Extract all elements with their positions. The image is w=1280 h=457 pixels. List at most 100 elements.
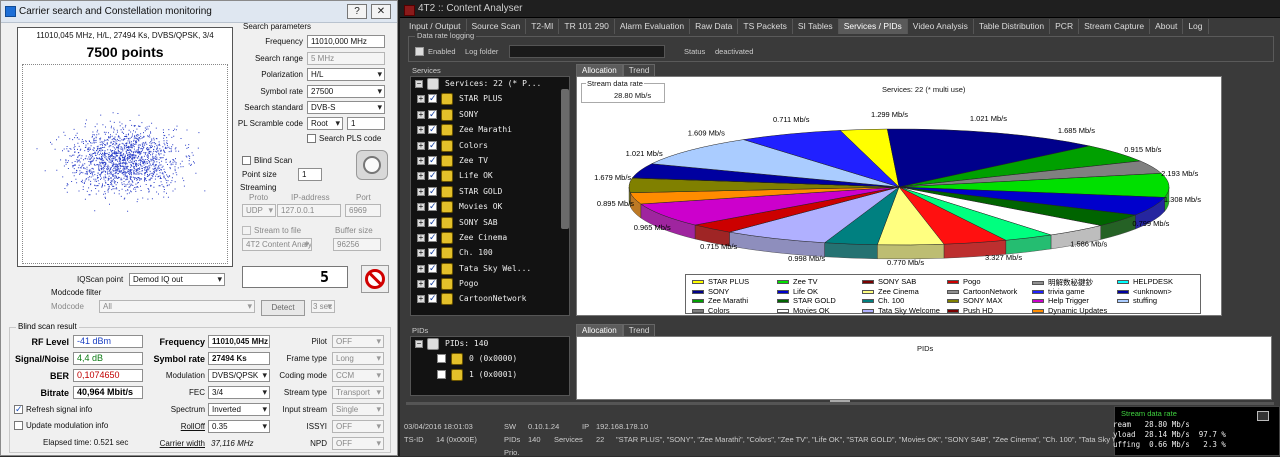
issyi-select[interactable]: OFF <box>332 420 384 433</box>
refresh-signal-checkbox[interactable] <box>14 404 23 415</box>
tab-pids-allocation[interactable]: Allocation <box>576 324 623 336</box>
satellite-scan-button[interactable] <box>356 150 388 180</box>
frequency-field[interactable]: 11010,000 MHz <box>307 35 385 48</box>
tab-trend[interactable]: Trend <box>622 64 656 76</box>
service-row[interactable]: + CartoonNetwork <box>411 292 569 307</box>
service-row[interactable]: + SONY SAB <box>411 216 569 231</box>
service-row[interactable]: + SONY <box>411 108 569 123</box>
service-row[interactable]: + Ch. 100 <box>411 246 569 261</box>
expand-icon[interactable]: + <box>417 218 425 227</box>
tab-raw-data[interactable]: Raw Data <box>690 19 739 34</box>
expand-icon[interactable]: + <box>417 249 425 258</box>
service-checkbox[interactable] <box>428 155 437 166</box>
modulation-select[interactable]: DVBS/QPSK <box>208 369 270 382</box>
service-row[interactable]: + Colors <box>411 139 569 154</box>
enabled-checkbox[interactable] <box>415 47 424 56</box>
service-checkbox[interactable] <box>428 186 437 197</box>
pids-root-row[interactable]: − PIDs: 140 <box>411 337 569 352</box>
tab-pids-trend[interactable]: Trend <box>622 324 656 336</box>
splitter-grip-icon[interactable] <box>830 400 850 406</box>
service-row[interactable]: + Zee Marathi <box>411 123 569 138</box>
search-standard-select[interactable]: DVB-S <box>307 101 385 114</box>
tab-si-tables[interactable]: SI Tables <box>793 19 839 34</box>
ip-field[interactable]: 127.0.0.1 <box>277 204 341 217</box>
input-stream-select[interactable]: Single <box>332 403 384 416</box>
pid-row[interactable]: 0 (0x0000) <box>411 352 569 367</box>
proto-select[interactable]: UDP <box>242 204 276 217</box>
fec-select[interactable]: 3/4 <box>208 386 270 399</box>
expand-icon[interactable]: + <box>417 141 425 150</box>
tab-table-distribution[interactable]: Table Distribution <box>974 19 1051 34</box>
npd-select[interactable]: OFF <box>332 437 384 450</box>
service-checkbox[interactable] <box>428 263 437 274</box>
tab-pcr[interactable]: PCR <box>1050 19 1080 34</box>
tab-video-analysis[interactable]: Video Analysis <box>908 19 974 34</box>
stream-to-file-checkbox[interactable] <box>242 226 251 235</box>
detect-button[interactable]: Detect <box>261 300 305 316</box>
collapse-icon[interactable]: − <box>415 80 423 88</box>
services-root-row[interactable]: − Services: 22 (* P... <box>411 77 569 92</box>
tab-t2-mi[interactable]: T2-MI <box>526 19 560 34</box>
service-checkbox[interactable] <box>428 293 437 304</box>
expand-icon[interactable]: + <box>417 280 425 289</box>
service-row[interactable]: + Life OK <box>411 169 569 184</box>
tab-stream-capture[interactable]: Stream Capture <box>1079 19 1151 34</box>
search-range-field[interactable]: 5 MHz <box>307 52 385 65</box>
expand-icon[interactable]: + <box>417 203 425 212</box>
expand-icon[interactable]: + <box>417 233 425 242</box>
rolloff-select[interactable]: 0.35 <box>208 420 270 433</box>
magnify-icon[interactable] <box>1257 411 1269 421</box>
service-row[interactable]: + STAR GOLD <box>411 185 569 200</box>
stream-type-select[interactable]: Transport <box>332 386 384 399</box>
iqscan-select[interactable]: Demod IQ out <box>129 273 225 286</box>
pilot-select[interactable]: OFF <box>332 335 384 348</box>
service-checkbox[interactable] <box>428 109 437 120</box>
service-checkbox[interactable] <box>428 232 437 243</box>
expand-icon[interactable]: + <box>417 295 425 304</box>
tab-ts-packets[interactable]: TS Packets <box>738 19 793 34</box>
service-row[interactable]: + Zee Cinema <box>411 231 569 246</box>
tab-tr-101-290[interactable]: TR 101 290 <box>559 19 615 34</box>
service-row[interactable]: + Zee TV <box>411 154 569 169</box>
service-checkbox[interactable] <box>428 217 437 228</box>
close-button[interactable]: ✕ <box>371 4 391 19</box>
service-row[interactable]: + STAR PLUS <box>411 92 569 107</box>
stream-target-select[interactable]: 4T2 Content Analyze <box>242 238 312 251</box>
service-checkbox[interactable] <box>428 278 437 289</box>
search-pls-checkbox[interactable] <box>307 134 316 143</box>
service-checkbox[interactable] <box>428 247 437 258</box>
tab-allocation[interactable]: Allocation <box>576 64 623 76</box>
spectrum-select[interactable]: Inverted <box>208 403 270 416</box>
service-row[interactable]: + Movies OK <box>411 200 569 215</box>
expand-icon[interactable]: + <box>417 264 425 273</box>
service-checkbox[interactable] <box>428 124 437 135</box>
frame-type-select[interactable]: Long <box>332 352 384 365</box>
coding-mode-select[interactable]: CCM <box>332 369 384 382</box>
service-checkbox[interactable] <box>428 93 437 104</box>
service-checkbox[interactable] <box>428 201 437 212</box>
service-checkbox[interactable] <box>428 170 437 181</box>
tab-log[interactable]: Log <box>1183 19 1209 34</box>
services-scrollbar[interactable] <box>561 89 569 229</box>
service-checkbox[interactable] <box>428 140 437 151</box>
service-row[interactable]: + Tata Sky Wel... <box>411 262 569 277</box>
expand-icon[interactable]: + <box>417 95 425 104</box>
tab-alarm-evaluation[interactable]: Alarm Evaluation <box>615 19 691 34</box>
detect-time-select[interactable]: 3 sec <box>311 300 335 313</box>
modcode-select[interactable]: All <box>99 300 255 313</box>
update-modulation-checkbox[interactable] <box>14 421 23 430</box>
expand-icon[interactable]: + <box>417 187 425 196</box>
tab-about[interactable]: About <box>1150 19 1184 34</box>
pl-scramble-mode-select[interactable]: Root <box>307 117 343 130</box>
symbol-rate-select[interactable]: 27500 <box>307 85 385 98</box>
expand-icon[interactable]: + <box>417 156 425 165</box>
expand-icon[interactable]: + <box>417 126 425 135</box>
stop-button[interactable] <box>361 265 389 293</box>
buffer-size-field[interactable]: 96256 <box>333 238 381 251</box>
port-field[interactable]: 6969 <box>345 204 381 217</box>
service-row[interactable]: + Pogo <box>411 277 569 292</box>
tab-services-pids[interactable]: Services / PIDs <box>838 19 908 34</box>
collapse-icon[interactable]: − <box>415 340 423 348</box>
pid-checkbox[interactable] <box>437 354 446 364</box>
pl-scramble-value-field[interactable]: 1 <box>347 117 385 130</box>
